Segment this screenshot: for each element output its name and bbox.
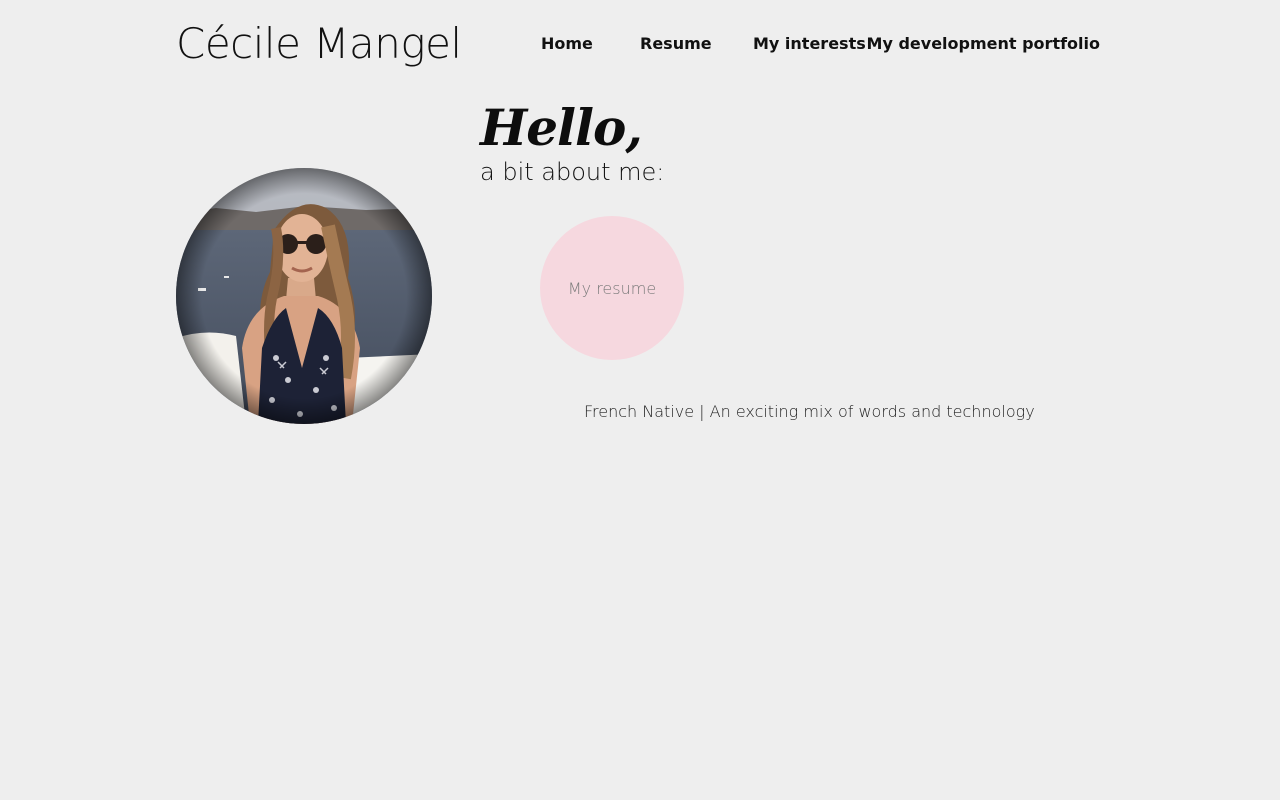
page: Cécile Mangel Home Resume My interests M… xyxy=(0,0,1280,800)
nav-development-portfolio[interactable]: My development portfolio xyxy=(867,32,1100,56)
main-nav: Home Resume My interests My development … xyxy=(0,32,1100,56)
nav-my-interests[interactable]: My interests xyxy=(753,32,866,56)
nav-home[interactable]: Home xyxy=(541,32,593,56)
tagline: French Native | An exciting mix of words… xyxy=(584,402,1035,421)
my-resume-label: My resume xyxy=(567,278,657,298)
nav-resume[interactable]: Resume xyxy=(640,32,712,56)
about-subheading: a bit about me: xyxy=(480,158,665,186)
hello-heading: Hello, xyxy=(480,98,643,157)
profile-photo-image xyxy=(176,168,432,424)
profile-photo xyxy=(176,168,432,424)
my-resume-button[interactable]: My resume xyxy=(540,216,684,360)
